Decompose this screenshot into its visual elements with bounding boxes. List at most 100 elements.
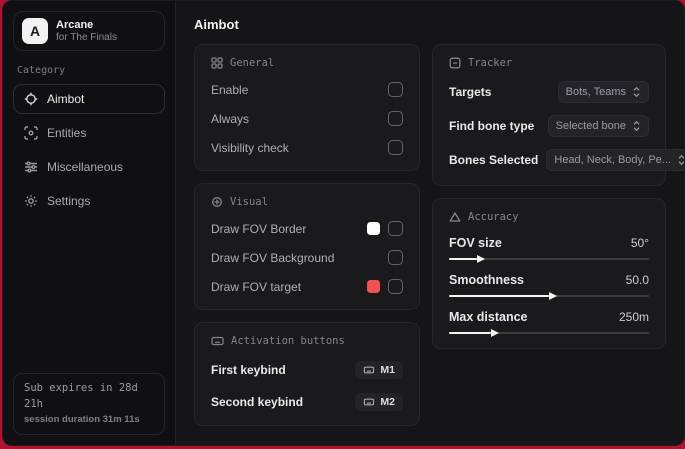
slider-row: FOV size 50° [449, 236, 649, 260]
fov-target-color-swatch[interactable] [367, 280, 380, 293]
sidebar-item-label: Settings [47, 194, 91, 208]
keyboard-icon [211, 335, 224, 347]
setting-row: Draw FOV Border [211, 220, 403, 237]
card-title: Accuracy [468, 211, 519, 223]
dropdown-value: Bots, Teams [565, 86, 626, 98]
sidebar-item-miscellaneous[interactable]: Miscellaneous [13, 152, 165, 182]
app-window: A Arcane for The Finals Category Aimbot [2, 0, 685, 446]
tracker-card: Tracker Targets Bots, Teams Find bone ty… [432, 44, 684, 186]
keybind-value: M2 [380, 396, 395, 408]
fov-size-slider[interactable] [449, 258, 649, 260]
crosshair-circle-icon [211, 196, 223, 208]
card-title: General [230, 57, 275, 69]
sidebar-item-settings[interactable]: Settings [13, 186, 165, 216]
smoothness-slider[interactable] [449, 295, 649, 297]
setting-label: Always [211, 111, 250, 126]
max-distance-slider[interactable] [449, 332, 649, 334]
setting-label: Bones Selected [449, 153, 539, 167]
dropdown-value: Head, Neck, Body, Pe... [554, 154, 671, 166]
slider-fill [449, 258, 477, 260]
setting-label: Targets [449, 85, 492, 99]
main-content: Aimbot General Enable Always Visibility … [176, 1, 684, 445]
sliders-icon [24, 160, 38, 174]
setting-label: Enable [211, 82, 249, 97]
target-icon[interactable] [142, 24, 156, 38]
slider-label: Max distance [449, 310, 528, 324]
setting-label: Visibility check [211, 140, 289, 155]
general-card: General Enable Always Visibility check [194, 44, 420, 171]
gear-icon [24, 194, 38, 208]
setting-label: Find bone type [449, 119, 535, 133]
slider-row: Max distance 250m [449, 310, 649, 334]
setting-row: Bones Selected Head, Neck, Body, Pe... [449, 149, 684, 171]
card-title: Tracker [468, 57, 513, 69]
slider-label: Smoothness [449, 273, 525, 287]
triangle-icon [449, 211, 461, 223]
slider-fill [449, 332, 491, 334]
sidebar-item-label: Miscellaneous [47, 160, 124, 174]
slider-value: 50° [630, 236, 649, 250]
bones-selected-dropdown[interactable]: Head, Neck, Body, Pe... [546, 149, 684, 171]
app-name: Arcane [56, 18, 94, 31]
card-title: Visual [230, 196, 268, 208]
sidebar-item-entities[interactable]: Entities [13, 118, 165, 148]
always-checkbox[interactable] [388, 111, 403, 126]
setting-row: Visibility check [211, 139, 403, 156]
box-minus-icon [449, 57, 461, 69]
setting-label: Second keybind [211, 395, 304, 409]
setting-row: Targets Bots, Teams [449, 81, 649, 103]
keyboard-icon [363, 365, 375, 375]
slider-fill [449, 295, 549, 297]
category-label: Category [17, 65, 66, 76]
slider-value: 50.0 [625, 273, 649, 287]
scan-icon [24, 126, 38, 140]
sidebar-item-aimbot[interactable]: Aimbot [13, 84, 165, 114]
setting-row: Always [211, 110, 403, 127]
keybind-value: M1 [380, 364, 395, 376]
slider-label: FOV size [449, 236, 502, 250]
fov-border-color-swatch[interactable] [367, 222, 380, 235]
sidebar-item-label: Aimbot [47, 92, 85, 106]
slider-value: 250m [618, 310, 649, 324]
setting-row: Enable [211, 81, 403, 98]
setting-label: First keybind [211, 363, 286, 377]
activation-card: Activation buttons First keybind M1 Seco… [194, 322, 420, 426]
setting-row: Draw FOV target [211, 278, 403, 295]
second-keybind-button[interactable]: M2 [355, 393, 403, 411]
first-keybind-button[interactable]: M1 [355, 361, 403, 379]
sidebar: A Arcane for The Finals Category Aimbot [3, 1, 176, 445]
card-title: Activation buttons [231, 335, 345, 347]
setting-row: Second keybind M2 [211, 393, 403, 411]
setting-label: Draw FOV Border [211, 221, 307, 236]
setting-row: First keybind M1 [211, 361, 403, 379]
chevrons-updown-icon [632, 86, 641, 98]
dropdown-value: Selected bone [555, 120, 626, 132]
targets-dropdown[interactable]: Bots, Teams [557, 81, 649, 103]
setting-row: Find bone type Selected bone [449, 115, 649, 137]
setting-label: Draw FOV Background [211, 250, 335, 265]
crosshair-icon [24, 92, 38, 106]
find-bone-type-dropdown[interactable]: Selected bone [547, 115, 649, 137]
app-logo: A [22, 18, 48, 44]
chevrons-updown-icon [677, 154, 684, 166]
session-duration-text: session duration 31m 11s [24, 413, 140, 425]
sub-expiry-text: Sub expires in 28d 21h [24, 382, 138, 410]
slider-row: Smoothness 50.0 [449, 273, 649, 297]
chevrons-updown-icon [632, 120, 641, 132]
keyboard-icon [363, 397, 375, 407]
draw-fov-border-checkbox[interactable] [388, 221, 403, 236]
accuracy-card: Accuracy FOV size 50° Smoothness 50.0 Ma… [432, 198, 666, 349]
setting-label: Draw FOV target [211, 279, 302, 294]
draw-fov-background-checkbox[interactable] [388, 250, 403, 265]
subscription-info: Sub expires in 28d 21h session duration … [13, 373, 165, 435]
app-subtitle: for The Finals [56, 31, 117, 43]
draw-fov-target-checkbox[interactable] [388, 279, 403, 294]
enable-checkbox[interactable] [388, 82, 403, 97]
visual-card: Visual Draw FOV Border Draw FOV Backgrou… [194, 183, 420, 310]
grid-icon [211, 57, 223, 69]
page-title: Aimbot [194, 17, 239, 32]
sidebar-item-label: Entities [47, 126, 87, 140]
brand-card: A Arcane for The Finals [13, 11, 165, 51]
visibility-check-checkbox[interactable] [388, 140, 403, 155]
setting-row: Draw FOV Background [211, 249, 403, 266]
